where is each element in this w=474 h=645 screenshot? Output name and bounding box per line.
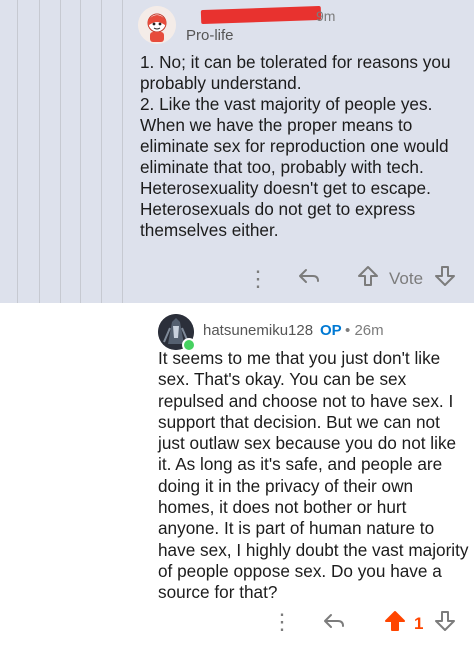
comment-paragraph: 2. Like the vast majority of people yes.…	[140, 94, 449, 240]
username[interactable]: hatsunemiku128	[203, 322, 313, 339]
snoo-avatar-icon	[138, 6, 176, 44]
separator: •	[345, 322, 351, 339]
comment-actions: ⋮ 1	[0, 607, 474, 637]
user-flair: Pro-life	[186, 27, 234, 44]
comment-paragraph: 1. No; it can be tolerated for reasons y…	[140, 52, 451, 93]
downvote-arrow-icon[interactable]	[433, 264, 457, 294]
comment-body: It seems to me that you just don't like …	[158, 348, 469, 603]
op-badge: OP	[320, 322, 342, 339]
comment-time: • 26m	[345, 322, 384, 339]
upvote-arrow-icon[interactable]	[356, 264, 380, 294]
downvote-arrow-icon[interactable]	[433, 609, 457, 639]
avatar[interactable]	[138, 6, 176, 44]
comment-body: 1. No; it can be tolerated for reasons y…	[140, 52, 462, 241]
reply-icon[interactable]	[322, 609, 346, 639]
time-text: 26m	[354, 322, 384, 339]
vote-label: Vote	[389, 269, 424, 288]
more-options-icon[interactable]: ⋮	[247, 266, 269, 292]
comment-time: 9m	[316, 8, 336, 24]
reply-icon[interactable]	[297, 264, 321, 294]
comment-actions: ⋮ Vote	[0, 264, 474, 294]
more-options-icon[interactable]: ⋮	[271, 609, 293, 635]
vote-count: 1	[414, 614, 424, 633]
upvote-arrow-icon[interactable]	[383, 609, 407, 639]
